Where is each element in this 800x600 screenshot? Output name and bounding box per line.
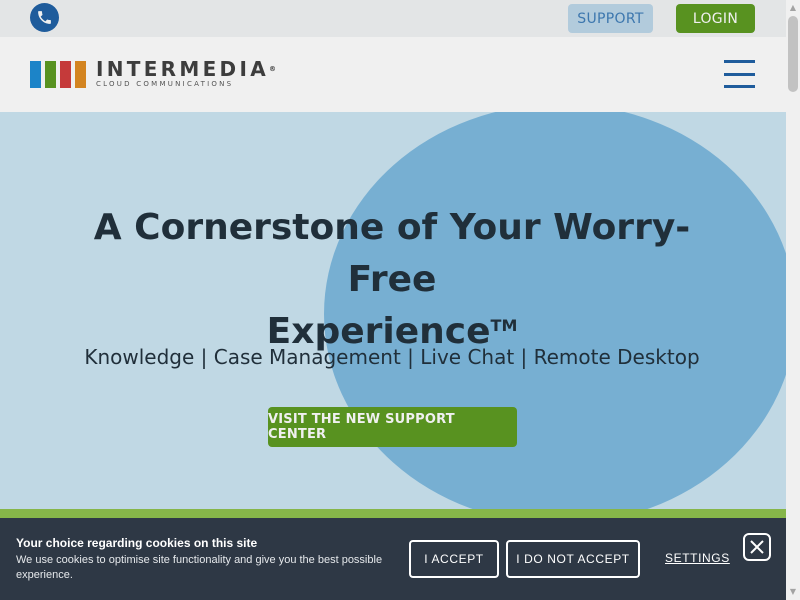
cookie-settings-link[interactable]: SETTINGS xyxy=(665,551,730,565)
hero-title-line1: A Cornerstone of Your Worry-Free xyxy=(93,207,691,300)
cookie-banner: Your choice regarding cookies on this si… xyxy=(0,518,786,600)
login-button[interactable]: LOGIN xyxy=(676,4,755,33)
vertical-scrollbar[interactable]: ▲ ▼ xyxy=(786,0,800,600)
scrollbar-thumb[interactable] xyxy=(788,16,798,92)
accept-cookies-button[interactable]: I ACCEPT xyxy=(409,540,499,578)
scroll-down-arrow-icon[interactable]: ▼ xyxy=(786,586,800,598)
hero-title: A Cornerstone of Your Worry-Free Experie… xyxy=(60,202,724,358)
menu-line xyxy=(724,72,755,76)
logo-name: INTERMEDIA® xyxy=(96,59,276,79)
decline-cookies-button[interactable]: I DO NOT ACCEPT xyxy=(506,540,640,578)
support-button[interactable]: SUPPORT xyxy=(568,4,653,33)
hero-bottom-strip xyxy=(0,509,786,518)
scroll-up-arrow-icon[interactable]: ▲ xyxy=(786,2,800,14)
phone-icon xyxy=(38,11,51,24)
logo-name-text: INTERMEDIA xyxy=(96,57,269,81)
logo-bar-blue xyxy=(30,60,41,88)
logo-text: INTERMEDIA® CLOUD COMMUNICATIONS xyxy=(96,59,276,89)
close-cookie-banner-button[interactable] xyxy=(743,533,771,561)
menu-line xyxy=(724,85,755,88)
main-navbar: INTERMEDIA® CLOUD COMMUNICATIONS xyxy=(0,37,786,112)
hamburger-menu-icon[interactable] xyxy=(724,60,755,88)
menu-line xyxy=(724,60,755,63)
visit-support-center-button[interactable]: VISIT THE NEW SUPPORT CENTER xyxy=(268,407,517,447)
logo-mark xyxy=(30,60,86,88)
hero-section: A Cornerstone of Your Worry-Free Experie… xyxy=(0,112,786,518)
logo-tagline: CLOUD COMMUNICATIONS xyxy=(96,80,234,88)
registered-mark: ® xyxy=(268,65,276,73)
top-utility-bar: SUPPORT LOGIN xyxy=(0,0,786,37)
trademark-mark: TM xyxy=(490,316,518,335)
logo-bar-red xyxy=(60,60,71,88)
hero-subtitle: Knowledge | Case Management | Live Chat … xyxy=(84,345,700,369)
close-icon xyxy=(750,540,764,554)
cookie-banner-text: We use cookies to optimise site function… xyxy=(16,554,383,581)
logo-bar-orange xyxy=(75,60,86,88)
cookie-banner-title: Your choice regarding cookies on this si… xyxy=(16,536,258,550)
phone-button[interactable] xyxy=(30,3,59,32)
intermedia-logo[interactable]: INTERMEDIA® CLOUD COMMUNICATIONS xyxy=(30,58,276,90)
logo-bar-green xyxy=(45,60,56,88)
